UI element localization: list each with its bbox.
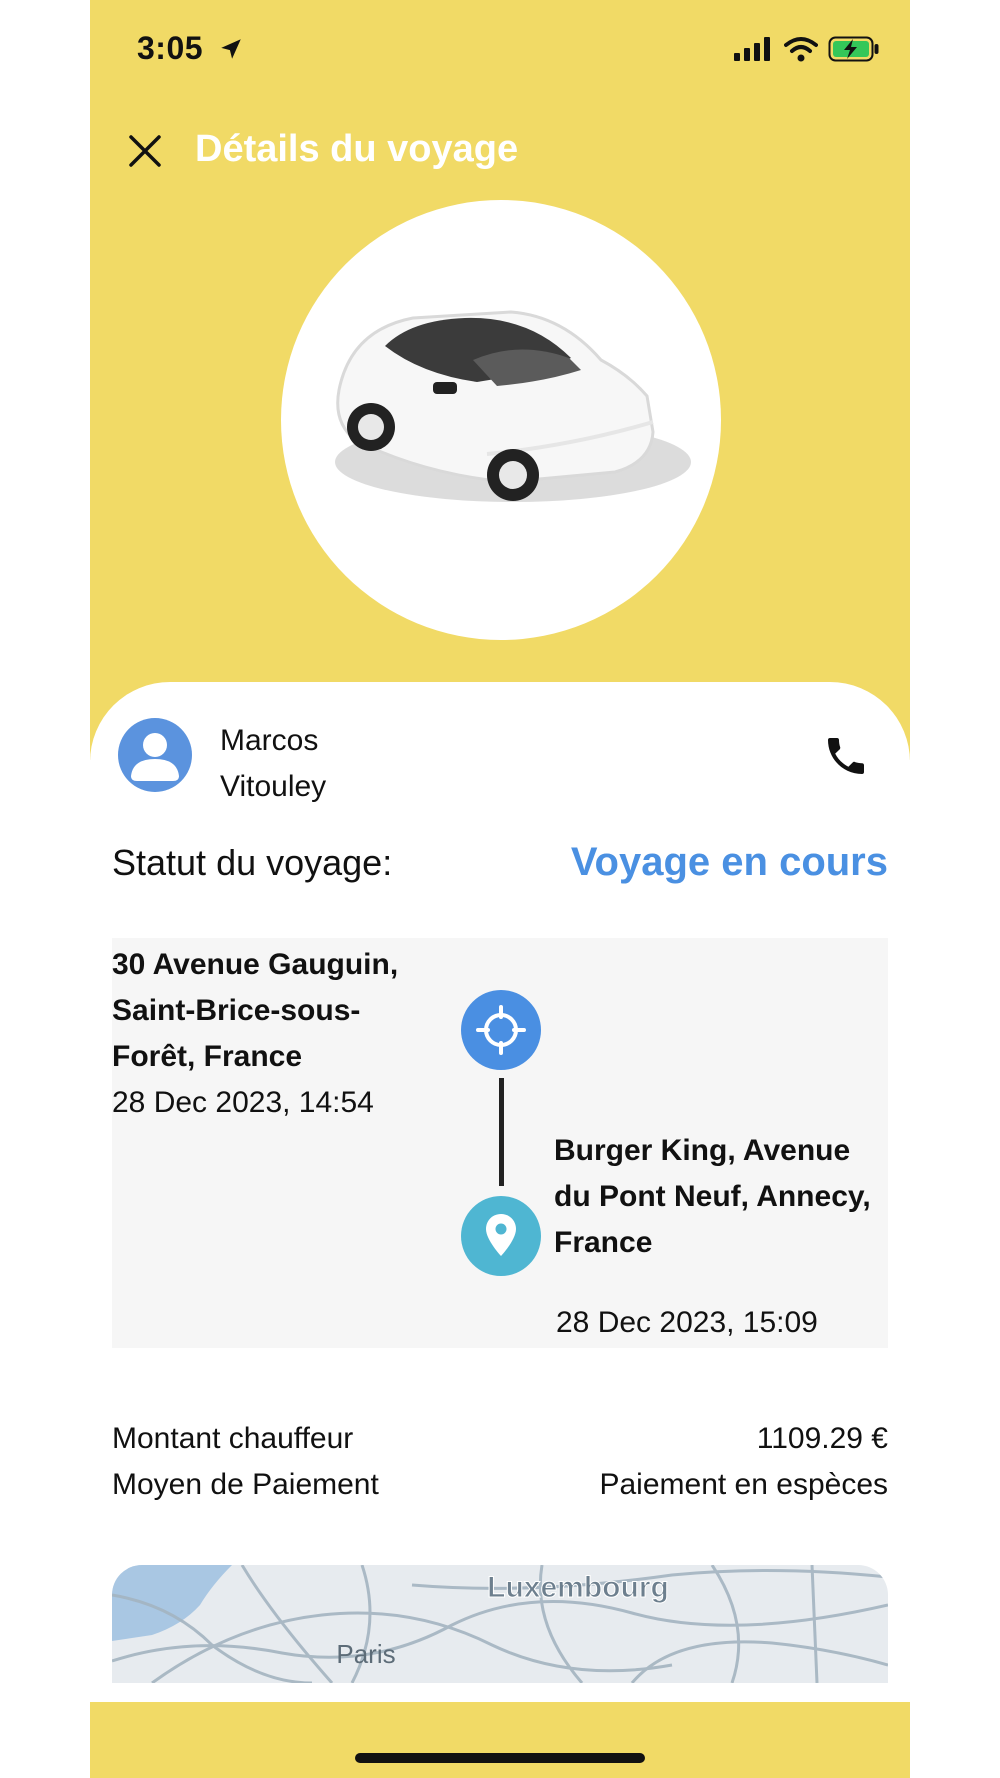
- status-icons: [734, 36, 880, 62]
- page-title: Détails du voyage: [195, 128, 519, 170]
- trip-status-label: Statut du voyage:: [112, 842, 393, 883]
- footer-background: [90, 1702, 910, 1778]
- route-map[interactable]: Luxembourg Paris: [112, 1565, 888, 1683]
- destination-marker: [461, 1196, 541, 1276]
- app-header: Détails du voyage: [90, 118, 910, 182]
- user-avatar-icon: [118, 718, 192, 792]
- map-label-paris: Paris: [336, 1639, 395, 1669]
- status-time: 3:05: [137, 30, 204, 66]
- origin-marker: [461, 990, 541, 1070]
- status-bar: 3:05: [90, 0, 910, 100]
- driver-last-name: Vitouley: [220, 770, 327, 803]
- phone-screen: 3:05 Détails du voyage Marcos Vitouley S…: [90, 0, 910, 1778]
- trip-details-sheet: Marcos Vitouley Statut du voyage: Voyage…: [90, 682, 910, 1702]
- battery-charging-icon: [828, 36, 879, 62]
- route-card: 30 Avenue Gauguin, Saint-Brice-sous-Forê…: [112, 938, 888, 1348]
- payment-method-value: Paiement en espèces: [599, 1468, 888, 1501]
- pickup-info: 30 Avenue Gauguin, Saint-Brice-sous-Forê…: [112, 942, 422, 1126]
- signal-icon: [734, 37, 770, 61]
- close-button[interactable]: [120, 126, 170, 176]
- phone-icon: [828, 738, 864, 774]
- vehicle-image-container: [281, 200, 721, 640]
- close-icon: [129, 135, 161, 167]
- payment-method-label: Moyen de Paiement: [112, 1468, 379, 1501]
- pickup-address: 30 Avenue Gauguin, Saint-Brice-sous-Forê…: [112, 948, 399, 1073]
- map-pin-icon: [486, 1214, 516, 1256]
- home-indicator[interactable]: [355, 1753, 645, 1763]
- wifi-icon: [784, 37, 818, 62]
- pickup-time: 28 Dec 2023, 14:54: [112, 1086, 374, 1119]
- crosshair-pin-icon: [476, 1005, 526, 1055]
- driver-amount-row: Montant chauffeur 1109.29 €: [112, 1422, 888, 1456]
- map-label-luxembourg: Luxembourg: [487, 1571, 669, 1604]
- trip-status-value: Voyage en cours: [570, 840, 888, 884]
- dropoff-address: Burger King, Avenue du Pont Neuf, Annecy…: [554, 1134, 871, 1259]
- location-arrow-icon: [221, 39, 241, 59]
- car-image: [335, 310, 691, 502]
- driver-amount-value: 1109.29 €: [756, 1422, 888, 1455]
- driver-amount-label: Montant chauffeur: [112, 1422, 354, 1455]
- route-connector: [499, 1078, 504, 1186]
- driver-name: Marcos Vitouley: [220, 718, 480, 810]
- call-driver-button[interactable]: [822, 732, 870, 780]
- dropoff-time: 28 Dec 2023, 15:09: [556, 1306, 818, 1339]
- driver-first-name: Marcos: [220, 724, 319, 757]
- payment-method-row: Moyen de Paiement Paiement en espèces: [112, 1468, 888, 1502]
